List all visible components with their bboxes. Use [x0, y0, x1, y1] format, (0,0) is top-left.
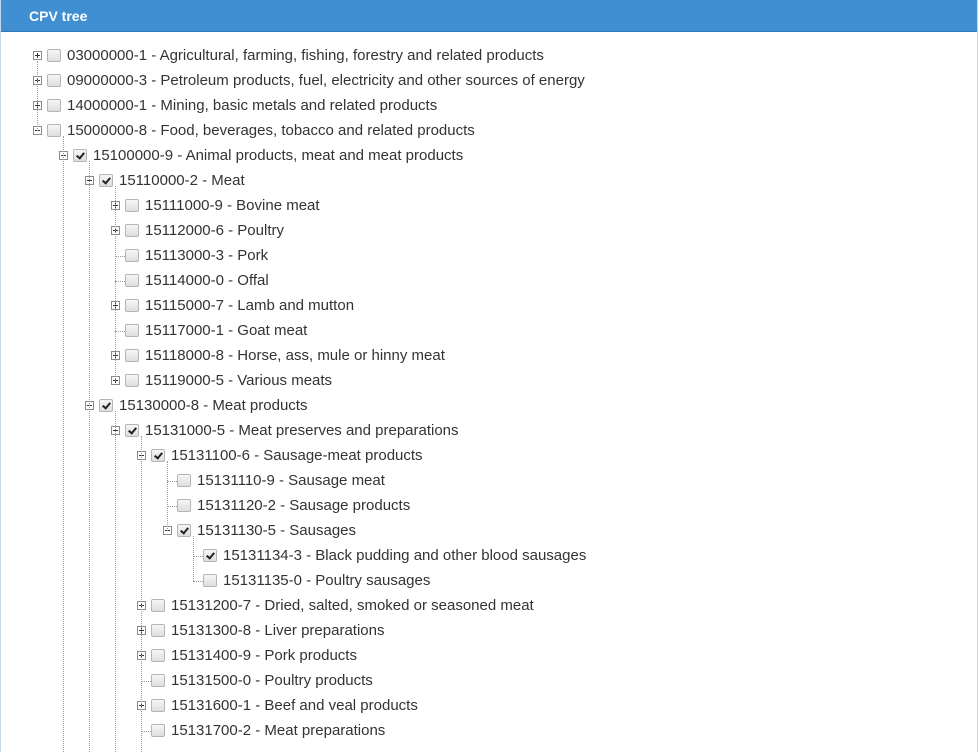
node-label[interactable]: 15114000-0 - Offal — [145, 271, 269, 291]
node-checkbox[interactable] — [125, 249, 139, 262]
node-checkbox[interactable] — [151, 599, 165, 612]
node-label[interactable]: 15131110-9 - Sausage meat — [197, 471, 385, 491]
node-checkbox[interactable] — [125, 424, 139, 437]
tree-guide-line — [193, 536, 194, 581]
node-checkbox[interactable] — [125, 374, 139, 387]
tree-node: 15131120-2 - Sausage products — [1, 496, 977, 521]
tree-node: 15131300-8 - Liver preparations — [1, 621, 977, 646]
tree-node: 15100000-9 - Animal products, meat and m… — [1, 146, 977, 171]
tree-node: 15000000-8 - Food, beverages, tobacco an… — [1, 121, 977, 146]
node-checkbox[interactable] — [47, 99, 61, 112]
node-checkbox[interactable] — [177, 524, 191, 537]
node-label[interactable]: 15131300-8 - Liver preparations — [171, 621, 384, 641]
node-label[interactable]: 15131130-5 - Sausages — [197, 521, 356, 541]
tree-node: 15131400-9 - Pork products — [1, 646, 977, 671]
node-label[interactable]: 15119000-5 - Various meats — [145, 371, 332, 391]
node-checkbox[interactable] — [125, 274, 139, 287]
tree-node: 15119000-5 - Various meats — [1, 371, 977, 396]
tree-node: 15113000-3 - Pork — [1, 246, 977, 271]
node-label[interactable]: 15130000-8 - Meat products — [119, 396, 307, 416]
tree-node: 15131100-6 - Sausage-meat products — [1, 446, 977, 471]
node-label[interactable]: 15112000-6 - Poultry — [145, 221, 284, 241]
node-checkbox[interactable] — [99, 399, 113, 412]
node-checkbox[interactable] — [151, 674, 165, 687]
node-checkbox[interactable] — [203, 549, 217, 562]
node-label[interactable]: 15131000-5 - Meat preserves and preparat… — [145, 421, 459, 441]
node-label[interactable]: 14000000-1 - Mining, basic metals and re… — [67, 96, 437, 116]
node-label[interactable]: 15131134-3 - Black pudding and other blo… — [223, 546, 586, 566]
tree-node: 15131700-2 - Meat preparations — [1, 721, 977, 746]
node-label[interactable]: 15131135-0 - Poultry sausages — [223, 571, 430, 591]
node-checkbox[interactable] — [125, 224, 139, 237]
cpv-tree-panel: CPV tree 03000000-1 - Agricultural, farm… — [0, 0, 978, 752]
tree-node: 15118000-8 - Horse, ass, mule or hinny m… — [1, 346, 977, 371]
node-label[interactable]: 15000000-8 - Food, beverages, tobacco an… — [67, 121, 475, 141]
node-label[interactable]: 15131100-6 - Sausage-meat products — [171, 446, 423, 466]
node-label[interactable]: 15118000-8 - Horse, ass, mule or hinny m… — [145, 346, 445, 366]
node-checkbox[interactable] — [125, 324, 139, 337]
node-checkbox[interactable] — [151, 649, 165, 662]
node-checkbox[interactable] — [125, 199, 139, 212]
tree-node: 15131600-1 - Beef and veal products — [1, 696, 977, 721]
node-checkbox[interactable] — [125, 349, 139, 362]
node-checkbox[interactable] — [151, 724, 165, 737]
node-checkbox[interactable] — [151, 624, 165, 637]
tree-node: 15131000-5 - Meat preserves and preparat… — [1, 421, 977, 446]
node-label[interactable]: 15100000-9 - Animal products, meat and m… — [93, 146, 463, 166]
node-checkbox[interactable] — [47, 124, 61, 137]
tree-node: 15114000-0 - Offal — [1, 271, 977, 296]
tree-guide-line — [115, 411, 116, 752]
node-checkbox[interactable] — [203, 574, 217, 587]
tree-guide-line — [167, 461, 168, 531]
tree-node: 15117000-1 - Goat meat — [1, 321, 977, 346]
panel-title: CPV tree — [1, 0, 977, 32]
tree-node: 14000000-1 - Mining, basic metals and re… — [1, 96, 977, 121]
tree-node: 15115000-7 - Lamb and mutton — [1, 296, 977, 321]
node-label[interactable]: 09000000-3 - Petroleum products, fuel, e… — [67, 71, 585, 91]
node-label[interactable]: 15131600-1 - Beef and veal products — [171, 696, 418, 716]
tree-node: 15131130-5 - Sausages — [1, 521, 977, 546]
node-checkbox[interactable] — [177, 499, 191, 512]
node-label[interactable]: 15131400-9 - Pork products — [171, 646, 357, 666]
tree-guide-line — [89, 161, 90, 752]
tree-node: 15131135-0 - Poultry sausages — [1, 571, 977, 596]
node-checkbox[interactable] — [47, 74, 61, 87]
node-label[interactable]: 15111000-9 - Bovine meat — [145, 196, 320, 216]
node-checkbox[interactable] — [47, 49, 61, 62]
tree-node: 03000000-1 - Agricultural, farming, fish… — [1, 46, 977, 71]
tree-node: 15110000-2 - Meat — [1, 171, 977, 196]
tree-node: 15112000-6 - Poultry — [1, 221, 977, 246]
tree-guide-line — [115, 186, 116, 381]
node-checkbox[interactable] — [99, 174, 113, 187]
tree-node: 15131110-9 - Sausage meat — [1, 471, 977, 496]
tree-node: 15131500-0 - Poultry products — [1, 671, 977, 696]
node-label[interactable]: 15110000-2 - Meat — [119, 171, 245, 191]
node-checkbox[interactable] — [125, 299, 139, 312]
tree-node: 15130000-8 - Meat products — [1, 396, 977, 421]
tree-node: 15111000-9 - Bovine meat — [1, 196, 977, 221]
node-checkbox[interactable] — [151, 449, 165, 462]
tree-guide-line — [141, 436, 142, 752]
node-checkbox[interactable] — [177, 474, 191, 487]
node-label[interactable]: 15131700-2 - Meat preparations — [171, 721, 385, 741]
tree-node: 15131134-3 - Black pudding and other blo… — [1, 546, 977, 571]
tree-guide-line — [37, 61, 38, 131]
expand-icon[interactable] — [33, 51, 42, 60]
node-label[interactable]: 15131200-7 - Dried, salted, smoked or se… — [171, 596, 534, 616]
node-checkbox[interactable] — [73, 149, 87, 162]
node-checkbox[interactable] — [151, 699, 165, 712]
tree-guide-line — [63, 136, 64, 752]
tree-node: 09000000-3 - Petroleum products, fuel, e… — [1, 71, 977, 96]
node-label[interactable]: 15113000-3 - Pork — [145, 246, 268, 266]
node-label[interactable]: 15131500-0 - Poultry products — [171, 671, 373, 691]
node-label[interactable]: 15115000-7 - Lamb and mutton — [145, 296, 354, 316]
node-label[interactable]: 15117000-1 - Goat meat — [145, 321, 307, 341]
tree-node: 15131200-7 - Dried, salted, smoked or se… — [1, 596, 977, 621]
node-label[interactable]: 03000000-1 - Agricultural, farming, fish… — [67, 46, 544, 66]
cpv-tree: 03000000-1 - Agricultural, farming, fish… — [1, 32, 977, 752]
node-label[interactable]: 15131120-2 - Sausage products — [197, 496, 410, 516]
